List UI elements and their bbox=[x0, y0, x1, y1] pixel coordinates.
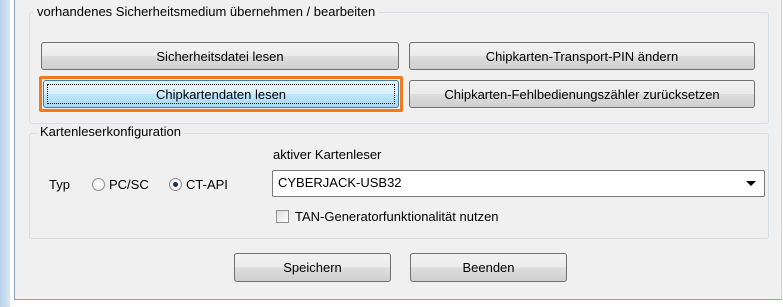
radio-ctapi[interactable] bbox=[169, 178, 182, 191]
read-security-file-label: Sicherheitsdatei lesen bbox=[156, 48, 284, 64]
active-reader-value: CYBERJACK-USB32 bbox=[278, 175, 402, 190]
focus-dotted-outline bbox=[47, 84, 395, 104]
active-reader-select[interactable]: CYBERJACK-USB32 bbox=[272, 170, 765, 197]
group-existing-legend: vorhandenes Sicherheitsmedium übernehmen… bbox=[34, 4, 379, 20]
quit-button[interactable]: Beenden bbox=[410, 253, 567, 282]
dialog-window: vorhandenes Sicherheitsmedium übernehmen… bbox=[14, 0, 782, 300]
change-transport-pin-label: Chipkarten-Transport-PIN ändern bbox=[485, 48, 679, 64]
chevron-down-icon[interactable] bbox=[746, 181, 756, 186]
window-frame-edge bbox=[0, 0, 10, 307]
read-security-file-button[interactable]: Sicherheitsdatei lesen bbox=[41, 42, 399, 70]
reset-error-counter-button[interactable]: Chipkarten-Fehlbedienungszähler zurückse… bbox=[409, 80, 755, 108]
radio-ctapi-label[interactable]: CT-API bbox=[186, 177, 228, 193]
radio-pcsc[interactable] bbox=[92, 178, 105, 191]
tan-generator-label[interactable]: TAN-Generatorfunktionalität nutzen bbox=[295, 209, 499, 225]
save-button[interactable]: Speichern bbox=[234, 253, 391, 282]
tan-generator-checkbox[interactable] bbox=[276, 210, 289, 223]
save-label: Speichern bbox=[283, 260, 342, 275]
read-chipcard-data-button[interactable]: Chipkartendaten lesen bbox=[43, 80, 399, 108]
radio-pcsc-label[interactable]: PC/SC bbox=[109, 177, 149, 193]
active-reader-label: aktiver Kartenleser bbox=[273, 147, 382, 162]
quit-label: Beenden bbox=[462, 260, 515, 275]
reset-error-counter-label: Chipkarten-Fehlbedienungszähler zurückse… bbox=[444, 86, 720, 102]
type-label: Typ bbox=[49, 177, 70, 192]
group-reader-legend: Kartenleserkonfiguration bbox=[37, 124, 184, 140]
change-transport-pin-button[interactable]: Chipkarten-Transport-PIN ändern bbox=[409, 42, 755, 70]
